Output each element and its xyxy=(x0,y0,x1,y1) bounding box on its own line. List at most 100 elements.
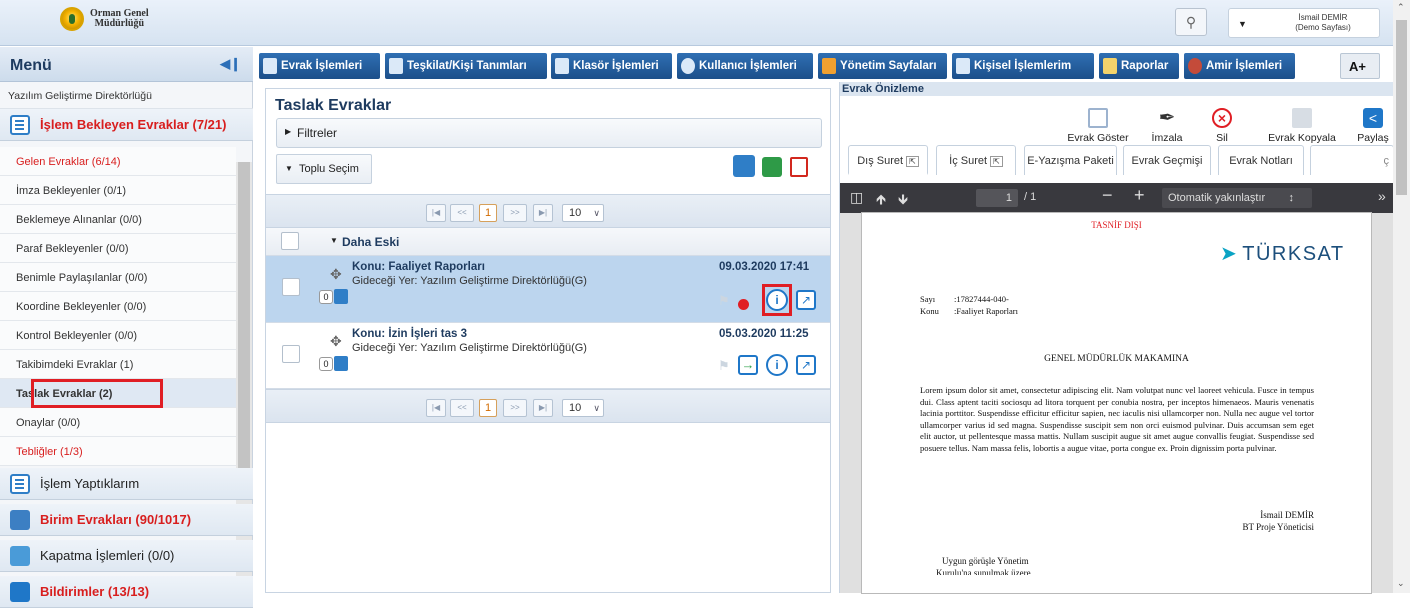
table-row[interactable]: ✥ Konu: İzin İşleri tas 3 Gideceği Yer: … xyxy=(266,323,830,389)
tab-evrak-notlari[interactable]: Evrak Notları xyxy=(1218,145,1304,175)
flag-icon[interactable]: ⚑ xyxy=(718,358,730,374)
more-tools-icon[interactable]: » xyxy=(1378,188,1386,204)
prev-page-button[interactable]: << xyxy=(450,204,474,222)
first-page-button[interactable]: |◀ xyxy=(426,204,446,222)
doc-sayi-value: :17827444-040- xyxy=(954,294,1009,304)
row-checkbox[interactable] xyxy=(282,278,300,296)
share-button[interactable]: < Paylaş xyxy=(1353,108,1393,144)
tab-ic-suret[interactable]: İç Suret ⇱ xyxy=(936,145,1016,175)
app-header: Orman Genel Müdürlüğü ⚲ ▼ İsmail DEMİR (D… xyxy=(0,0,1393,46)
last-page-button[interactable]: ▶| xyxy=(533,204,553,222)
first-page-button[interactable]: |◀ xyxy=(426,399,446,417)
document-icon[interactable] xyxy=(334,289,348,304)
sign-button[interactable]: ✒ İmzala xyxy=(1146,108,1188,144)
font-increase-button[interactable]: A+ xyxy=(1340,53,1380,79)
group-checkbox[interactable] xyxy=(281,232,299,250)
tab-kullanici[interactable]: Kullanıcı İşlemleri xyxy=(677,53,813,79)
section-notifications[interactable]: Bildirimler (13/13) xyxy=(0,576,253,608)
flag-icon[interactable]: ⚑ xyxy=(718,293,730,309)
page-size-select[interactable]: 10 ∨ xyxy=(562,399,604,417)
sidebar-item[interactable]: Koordine Bekleyenler (0/0) xyxy=(0,292,236,321)
tab-dis-suret[interactable]: Dış Suret ⇱ xyxy=(848,145,928,175)
pen-icon: ✒ xyxy=(1158,107,1176,129)
document-icon[interactable] xyxy=(334,356,348,371)
group-header[interactable]: ▼ Daha Eski xyxy=(266,228,830,256)
bulk-select-label: Toplu Seçim xyxy=(299,163,359,175)
action-label: Paylaş xyxy=(1357,132,1389,144)
open-external-icon[interactable]: ↗ xyxy=(796,290,816,310)
tab-e-yazisma[interactable]: E-Yazışma Paketi xyxy=(1024,145,1117,175)
excel-export-icon[interactable] xyxy=(762,157,782,177)
filters-toggle[interactable]: ▶ Filtreler xyxy=(276,118,822,148)
open-external-icon[interactable]: ↗ xyxy=(796,355,816,375)
logo[interactable]: Orman Genel Müdürlüğü xyxy=(60,4,190,34)
move-icon[interactable]: ✥ xyxy=(330,266,342,283)
section-unit-docs[interactable]: Birim Evrakları (90/1017) xyxy=(0,504,253,536)
collapse-menu-icon[interactable]: ◀❙ xyxy=(220,56,241,72)
tab-teskilat[interactable]: Teşkilat/Kişi Tanımları xyxy=(385,53,547,79)
table-row[interactable]: ✥ Konu: Faaliyet Raporları Gideceği Yer:… xyxy=(266,256,830,323)
sidebar-item[interactable]: Onaylar (0/0) xyxy=(0,408,236,437)
expand-icon[interactable]: ⇱ xyxy=(990,156,1003,167)
tab-kisisel[interactable]: Kişisel İşlemlerim xyxy=(952,53,1094,79)
next-page-icon[interactable]: 🡻 xyxy=(898,189,908,213)
prev-page-icon[interactable]: 🡹 xyxy=(876,189,886,213)
record-icon[interactable] xyxy=(738,299,749,310)
next-page-button[interactable]: >> xyxy=(503,204,527,222)
bulk-select-button[interactable]: ▼ Toplu Seçim xyxy=(276,154,372,184)
current-page[interactable]: 1 xyxy=(479,399,497,417)
prev-page-button[interactable]: << xyxy=(450,399,474,417)
document-check-icon xyxy=(10,473,30,494)
expand-icon[interactable]: ⇱ xyxy=(906,156,919,167)
scroll-up-icon[interactable]: ⌃ xyxy=(1397,2,1405,13)
last-page-button[interactable]: ▶| xyxy=(533,399,553,417)
sidebar-item[interactable]: Paraf Bekleyenler (0/0) xyxy=(0,234,236,263)
sidebar-item[interactable]: Gelen Evraklar (6/14) xyxy=(0,147,236,176)
zoom-out-icon[interactable]: − xyxy=(1102,185,1113,206)
scroll-thumb[interactable] xyxy=(238,162,250,492)
scroll-thumb[interactable] xyxy=(1396,20,1407,195)
toolbar-label: Yönetim Sayfaları xyxy=(840,60,937,72)
sidebar-item[interactable]: İmza Bekleyenler (0/1) xyxy=(0,176,236,205)
move-icon[interactable]: ✥ xyxy=(330,333,342,350)
copy-document-button[interactable]: Evrak Kopyala xyxy=(1257,108,1347,144)
tab-raporlar[interactable]: Raporlar xyxy=(1099,53,1179,79)
sidebar-item[interactable]: Takibimdeki Evraklar (1) xyxy=(0,350,236,379)
tab-klasor[interactable]: Klasör İşlemleri xyxy=(551,53,672,79)
action-label: Evrak Göster xyxy=(1067,132,1129,144)
tab-evrak-gecmisi[interactable]: Evrak Geçmişi xyxy=(1123,145,1211,175)
current-page[interactable]: 1 xyxy=(479,204,497,222)
user-info: İsmail DEMİR (Demo Sayfası) xyxy=(1269,13,1377,33)
scroll-down-icon[interactable]: ⌄ xyxy=(1397,578,1405,589)
row-checkbox[interactable] xyxy=(282,345,300,363)
sidebar-item[interactable]: Kontrol Bekleyenler (0/0) xyxy=(0,321,236,350)
zoom-in-icon[interactable]: + xyxy=(1134,185,1145,206)
section-done[interactable]: İşlem Yaptıklarım xyxy=(0,468,253,500)
page-size-select[interactable]: 10 ∨ xyxy=(562,204,604,222)
show-document-button[interactable]: Evrak Göster xyxy=(1063,108,1133,144)
user-menu[interactable]: ▼ İsmail DEMİR (Demo Sayfası) xyxy=(1228,8,1380,38)
new-document-icon[interactable] xyxy=(733,155,755,177)
sidebar-toggle-icon[interactable]: ◫ xyxy=(850,189,863,206)
section-close-ops[interactable]: Kapatma İşlemleri (0/0) xyxy=(0,540,253,572)
info-icon[interactable]: i xyxy=(766,354,788,376)
tab-amir[interactable]: Amir İşlemleri xyxy=(1184,53,1295,79)
pdf-export-icon[interactable] xyxy=(790,157,808,177)
tab-more[interactable]: ç xyxy=(1310,145,1394,175)
sidebar-item[interactable]: Tebliğler (1/3) xyxy=(0,437,236,466)
zoom-select[interactable]: Otomatik yakınlaştır ↕ xyxy=(1162,188,1312,208)
search-button[interactable]: ⚲ xyxy=(1175,8,1207,36)
user-name: İsmail DEMİR xyxy=(1298,13,1348,22)
tab-evrak-islemleri[interactable]: Evrak İşlemleri xyxy=(259,53,380,79)
sidebar-item[interactable]: Beklemeye Alınanlar (0/0) xyxy=(0,205,236,234)
next-page-button[interactable]: >> xyxy=(503,399,527,417)
tab-yonetim[interactable]: Yönetim Sayfaları xyxy=(818,53,947,79)
info-icon[interactable]: i xyxy=(766,289,788,311)
delete-button[interactable]: × Sil xyxy=(1202,108,1242,144)
section-pending-docs[interactable]: İşlem Bekleyen Evraklar (7/21) xyxy=(0,109,253,141)
pdf-page-input[interactable]: 1 xyxy=(976,189,1018,207)
window-scrollbar[interactable]: ⌃ ⌄ xyxy=(1393,0,1410,593)
sidebar-item[interactable]: Benimle Paylaşılanlar (0/0) xyxy=(0,263,236,292)
sidebar-item[interactable]: Taslak Evraklar (2) xyxy=(0,379,236,408)
send-icon[interactable]: → xyxy=(738,355,758,375)
